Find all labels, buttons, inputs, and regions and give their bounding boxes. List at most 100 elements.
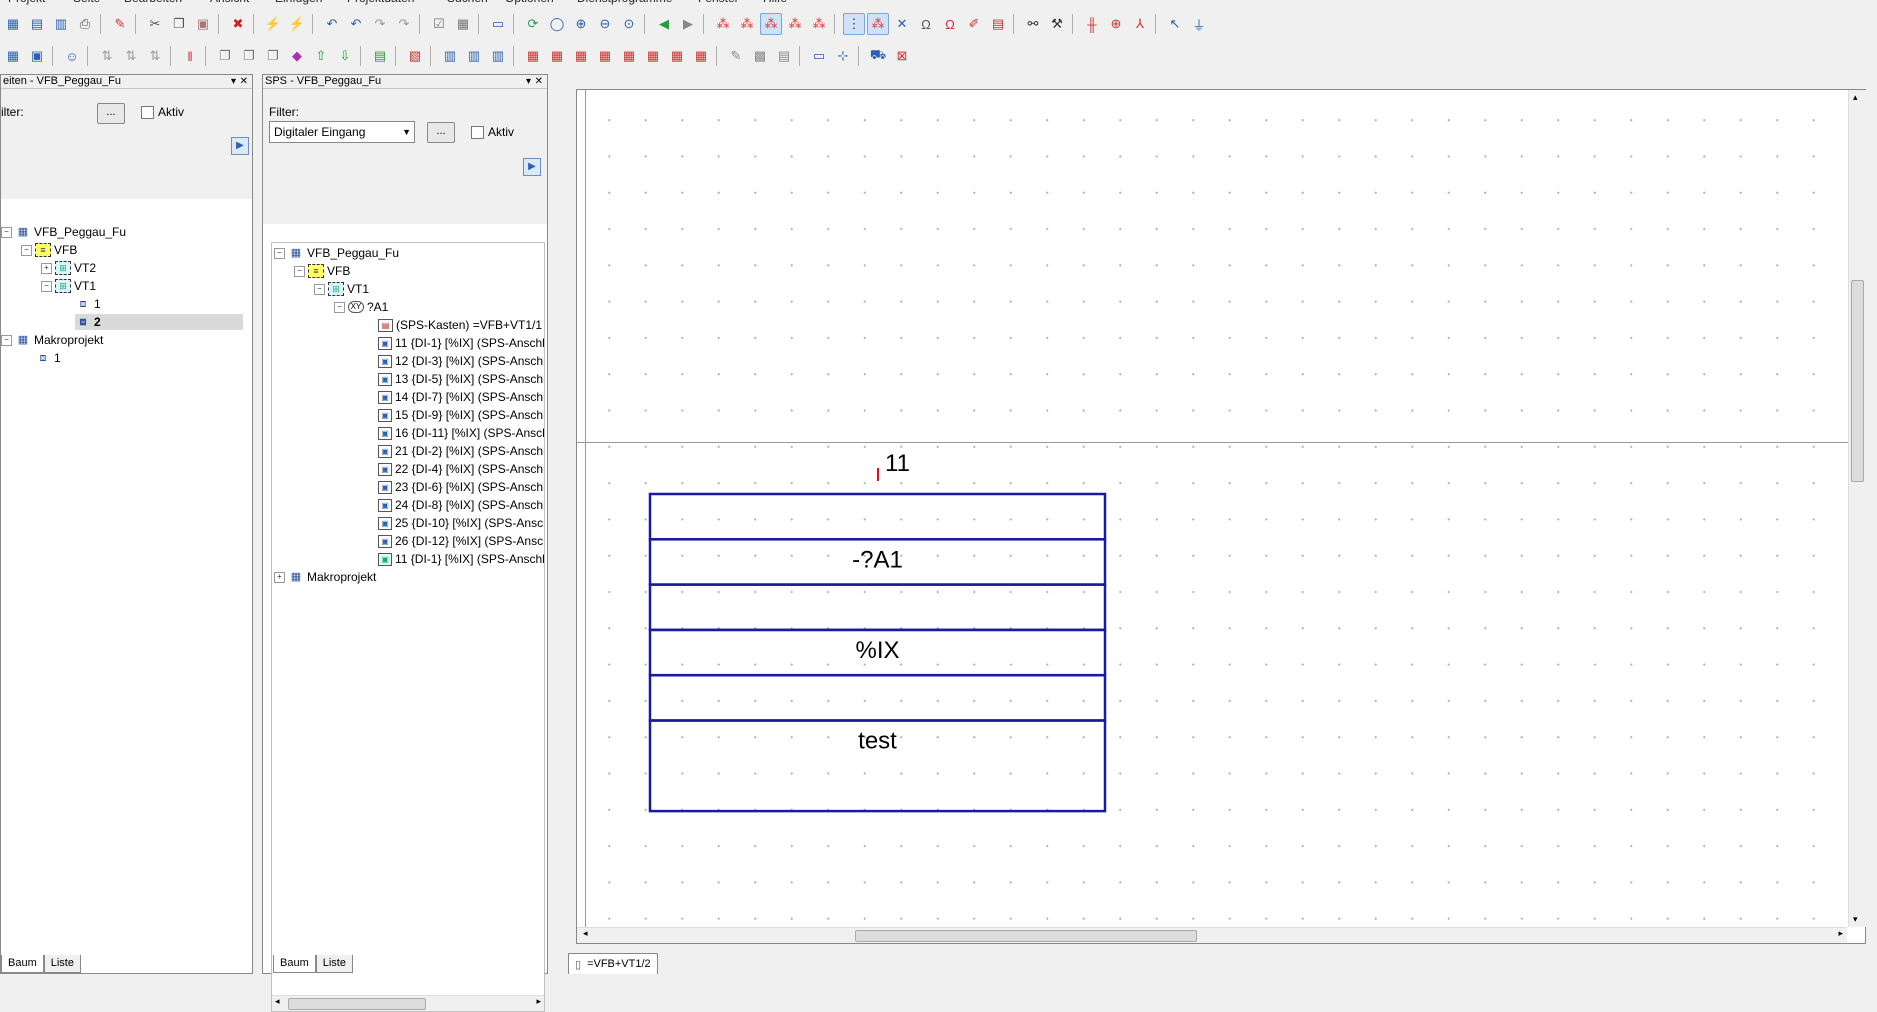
scroll-right-icon[interactable]: ▸ <box>1838 928 1843 939</box>
monitor-icon[interactable]: ▭ <box>487 13 509 35</box>
wire-icon[interactable]: ⅄ <box>1129 13 1151 35</box>
tree-node[interactable]: ⧈ 1 <box>35 350 61 366</box>
zoom-in-icon[interactable]: ⊕ <box>570 13 592 35</box>
omega-icon[interactable]: Ω <box>915 13 937 35</box>
table-icon[interactable]: ▦ <box>452 13 474 35</box>
schematic-canvas[interactable]: 11 -?A1 %IX test ▴ ▾ ◂ ▸ <box>576 89 1866 944</box>
panel-menu-icon[interactable]: ▾ <box>526 75 531 88</box>
grid-b-icon[interactable]: ⁂ <box>736 13 758 35</box>
align-a-icon[interactable]: ⇅ <box>96 45 118 67</box>
tree-node[interactable]: − ▦ VFB_Peggau_Fu <box>1 224 126 240</box>
print-icon[interactable]: ⎙ <box>74 13 96 35</box>
horizontal-scrollbar[interactable]: ◂ ▸ <box>577 927 1847 943</box>
edit-b-icon[interactable]: ▩ <box>749 45 771 67</box>
open-project-icon[interactable]: ▤ <box>26 13 48 35</box>
forward-icon[interactable]: ▶ <box>677 13 699 35</box>
symbol-a-icon[interactable]: ▦ <box>522 45 544 67</box>
cable-icon[interactable]: ╫ <box>1081 13 1103 35</box>
list-icon[interactable]: ▤ <box>369 45 391 67</box>
symbol-d-icon[interactable]: ▦ <box>594 45 616 67</box>
grid-a-icon[interactable]: ⁂ <box>712 13 734 35</box>
aktiv-checkbox[interactable]: Aktiv <box>141 105 184 119</box>
grid-d-icon[interactable]: ⁂ <box>784 13 806 35</box>
symbol-h-icon[interactable]: ▦ <box>690 45 712 67</box>
angle-icon[interactable]: ↖ <box>1164 13 1186 35</box>
scrollbar-thumb[interactable] <box>288 998 426 1010</box>
plc-connection-item[interactable]: ▣ 21 {DI-2} [%IX] (SPS-Anschl <box>378 443 544 459</box>
checkbox-box[interactable] <box>471 125 484 139</box>
doc-a-icon[interactable]: ❐ <box>214 45 236 67</box>
checkbox-box[interactable] <box>141 105 154 119</box>
collapse-icon[interactable]: − <box>314 283 325 295</box>
expand-icon[interactable]: + <box>41 262 52 274</box>
tree-node[interactable]: + ▦ Makroprojekt <box>274 569 376 585</box>
undo-list-icon[interactable]: ↶ <box>345 13 367 35</box>
plc-connection-item[interactable]: ▣ 25 {DI-10} [%IX] (SPS-Ansch <box>378 515 544 531</box>
plc-connection-item[interactable]: ▣ 26 {DI-12} [%IX] (SPS-Ansch <box>378 533 544 549</box>
measure-icon[interactable]: ⊹ <box>832 45 854 67</box>
fit-icon[interactable]: ▭ <box>808 45 830 67</box>
collapse-icon[interactable]: − <box>294 265 305 277</box>
export-icon[interactable]: ⇧ <box>310 45 332 67</box>
tree-node[interactable]: − ⊞ VT1 <box>41 278 96 294</box>
menu-item[interactable]: Bearbeiten <box>124 0 182 5</box>
collapse-icon[interactable]: − <box>274 247 285 259</box>
collapse-icon[interactable]: − <box>334 301 345 313</box>
horizontal-scrollbar[interactable]: ◂ ▸ <box>272 995 544 1011</box>
tree-node[interactable]: − ≡ VFB <box>294 263 350 279</box>
doc-b-icon[interactable]: ❐ <box>238 45 260 67</box>
plc-connection-item[interactable]: ▣ 11 {DI-1} [%IX] (SPS-Anschl <box>378 551 544 567</box>
scroll-up-icon[interactable]: ▴ <box>1853 92 1858 103</box>
menu-item[interactable]: Seite <box>73 0 100 5</box>
device-icon[interactable]: ⚒ <box>1046 13 1068 35</box>
filter-dropdown[interactable]: Digitaler Eingang ▼ <box>269 121 415 143</box>
apply-filter-icon[interactable]: ▶ <box>523 158 541 176</box>
grid-e-icon[interactable]: ⁂ <box>808 13 830 35</box>
pause-icon[interactable]: ‖ <box>179 45 201 67</box>
delete-icon[interactable]: ✖ <box>227 13 249 35</box>
page-nav-icon[interactable]: ▦ <box>2 45 24 67</box>
scroll-left-icon[interactable]: ◂ <box>583 928 588 939</box>
scrollbar-thumb[interactable] <box>1851 280 1864 482</box>
connect-icon[interactable]: ⚯ <box>1022 13 1044 35</box>
plc-connection-item[interactable]: ▣ 12 {DI-3} [%IX] (SPS-Anschl <box>378 353 544 369</box>
tab-liste[interactable]: Liste <box>43 955 81 973</box>
scroll-down-icon[interactable]: ▾ <box>1853 914 1858 925</box>
tab-baum[interactable]: Baum <box>273 955 316 973</box>
scroll-left-icon[interactable]: ◂ <box>275 996 280 1007</box>
cut-icon[interactable]: ✂ <box>144 13 166 35</box>
edit-a-icon[interactable]: ✎ <box>725 45 747 67</box>
menu-item[interactable]: Ansicht <box>210 0 249 5</box>
redo-icon[interactable]: ↷ <box>369 13 391 35</box>
symbol-b-icon[interactable]: ▦ <box>546 45 568 67</box>
menu-item[interactable]: Suchen <box>447 0 488 5</box>
magic2-icon[interactable]: ⚡ <box>286 13 308 35</box>
text-edit-icon[interactable]: ✐ <box>963 13 985 35</box>
menu-item[interactable]: Dienstprogramme <box>577 0 672 5</box>
filter-more-button[interactable]: ... <box>427 122 455 143</box>
panel-close-icon[interactable]: ✕ <box>240 75 248 88</box>
zoom-window-icon[interactable]: ◯ <box>546 13 568 35</box>
vertical-scrollbar[interactable]: ▴ ▾ <box>1848 90 1866 927</box>
tree-node[interactable]: ⧈ 1 <box>75 296 101 312</box>
doc-c-icon[interactable]: ❐ <box>262 45 284 67</box>
align-c-icon[interactable]: ⇅ <box>144 45 166 67</box>
back-icon[interactable]: ◀ <box>653 13 675 35</box>
zoom-fit-icon[interactable]: ⊙ <box>618 13 640 35</box>
expand-icon[interactable]: + <box>274 571 285 583</box>
new-project-icon[interactable]: ▦ <box>2 13 24 35</box>
tree-node[interactable]: − ▦ VFB_Peggau_Fu <box>274 245 399 261</box>
close-project-icon[interactable]: ▥ <box>50 13 72 35</box>
edit-c-icon[interactable]: ▤ <box>773 45 795 67</box>
grid-c-icon[interactable]: ⁂ <box>760 13 782 35</box>
menu-item[interactable]: Optionen <box>505 0 554 5</box>
scroll-right-icon[interactable]: ▸ <box>536 996 541 1007</box>
plc-connection-item[interactable]: ▣ 16 {DI-11} [%IX] (SPS-Ansch <box>378 425 544 441</box>
tree-node-selected[interactable]: ⧈ 2 <box>75 314 243 330</box>
menu-item[interactable]: Projektdaten <box>347 0 414 5</box>
terminal-icon[interactable]: ⊕ <box>1105 13 1127 35</box>
tab-liste[interactable]: Liste <box>315 955 353 973</box>
report-icon[interactable]: ▧ <box>404 45 426 67</box>
check-icon[interactable]: ☑ <box>428 13 450 35</box>
tree-node[interactable]: − ▦ Makroprojekt <box>1 332 103 348</box>
